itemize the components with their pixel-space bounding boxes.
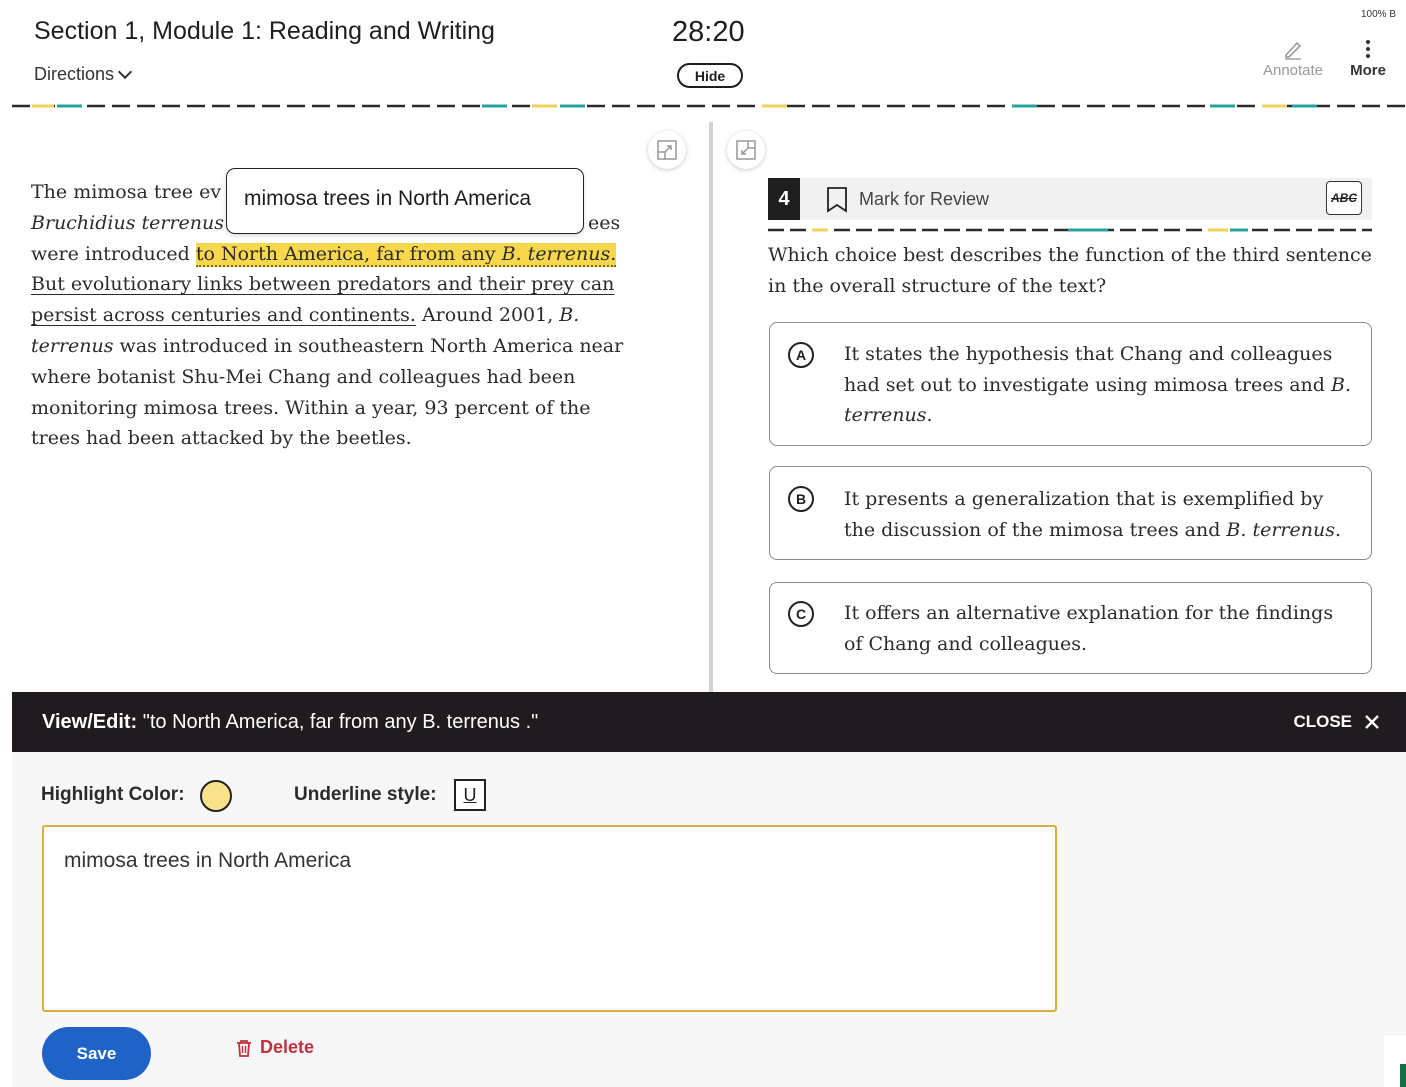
choice-text-b: It presents a generalization that is exe… [844,488,1342,541]
question-number: 4 [768,178,800,220]
delete-button[interactable]: Delete [236,1037,314,1058]
corner-indicator [1384,1036,1406,1087]
expand-passage-button[interactable] [648,131,686,169]
timer: 28:20 [672,16,745,48]
highlight-color-swatch[interactable] [200,780,232,812]
answer-choice-b[interactable]: B It presents a generalization that is e… [769,466,1372,560]
expand-question-button[interactable] [727,131,765,169]
passage-text: were introduced [31,242,196,265]
choice-text-c: It offers an alternative explanation for… [844,602,1334,655]
collapse-icon [736,140,756,160]
bookmark-icon[interactable] [826,186,848,213]
directions-label: Directions [34,64,115,84]
pane-divider[interactable] [709,122,713,692]
strikethrough-abc-icon[interactable]: ABC [1326,181,1362,215]
answer-choice-c[interactable]: C It offers an alternative explanation f… [769,582,1372,674]
close-editor-button[interactable]: CLOSE [1293,712,1380,732]
close-icon [1365,715,1379,729]
pencil-icon [1256,36,1330,62]
expand-icon [657,140,677,160]
answer-choice-a[interactable]: A It states the hypothesis that Chang an… [769,322,1372,446]
question-prompt: Which choice best describes the function… [768,244,1372,297]
header-divider [12,104,1406,108]
annotation-note-input[interactable] [42,825,1057,1012]
choice-letter-b: B [788,486,814,512]
view-edit-title: View/Edit: "to North America, far from a… [42,711,539,733]
highlight-color-label: Highlight Color: [41,784,185,805]
view-edit-bar: View/Edit: "to North America, far from a… [12,692,1406,752]
vertical-dots-icon [1344,36,1392,62]
question-header: 4 Mark for Review ABC [768,178,1372,220]
more-label: More [1350,62,1386,79]
question-divider [768,219,1372,232]
chevron-down-icon [117,64,133,80]
section-title: Section 1, Module 1: Reading and Writing [34,17,495,45]
choice-text-a: It states the hypothesis that Chang and … [844,343,1352,426]
passage-text: was introduced in southeastern North Ame… [31,334,624,450]
underline-style-label: Underline style: [294,784,437,805]
annotate-button[interactable]: Annotate [1256,36,1330,79]
annotate-label: Annotate [1262,62,1324,79]
battery-status: 100% B [1361,9,1397,20]
passage-species: Bruchidius terrenus [31,211,225,234]
passage-text: Around 2001, [415,304,560,327]
passage-text: The mimosa tree ev [31,181,222,203]
trash-icon [237,1039,251,1057]
mark-for-review-label[interactable]: Mark for Review [859,189,989,210]
save-button[interactable]: Save [42,1027,151,1080]
underline-style-button[interactable]: U [454,779,486,811]
passage-text: ees [588,211,621,234]
directions-toggle[interactable]: Directions [34,64,133,85]
annotation-tooltip: mimosa trees in North America [226,168,584,234]
hide-timer-button[interactable]: Hide [677,63,743,88]
more-button[interactable]: More [1344,36,1392,79]
choice-letter-c: C [788,601,814,627]
highlighted-annotation[interactable]: to North America, far from any B. terren… [195,242,617,267]
choice-letter-a: A [788,342,814,368]
